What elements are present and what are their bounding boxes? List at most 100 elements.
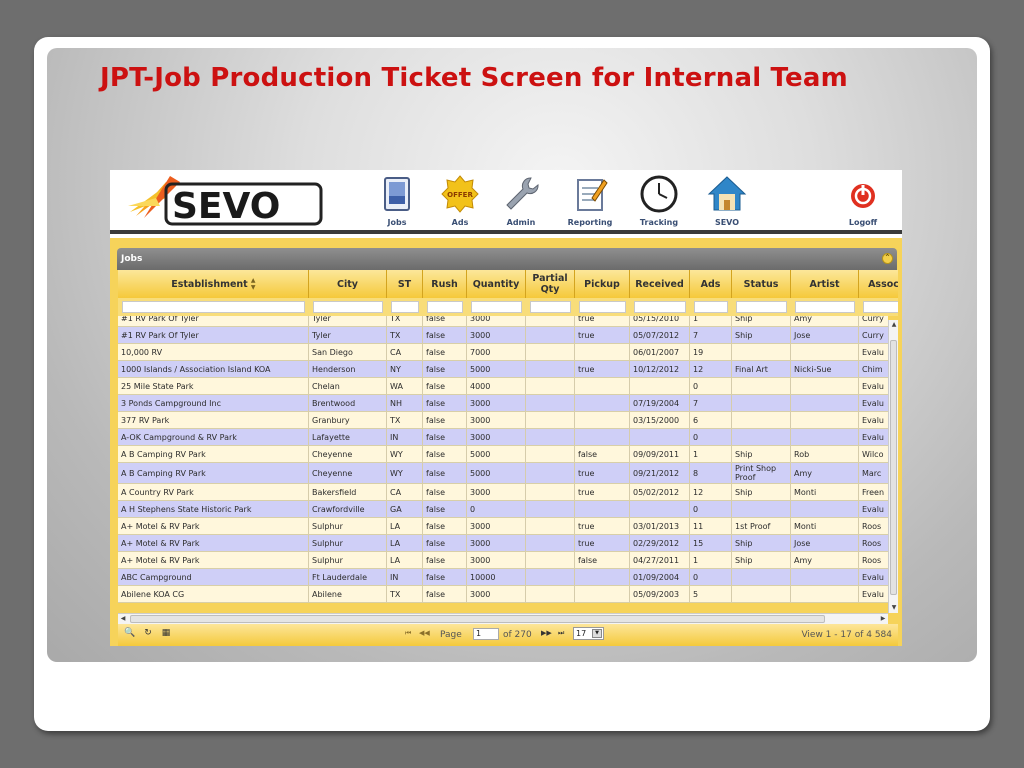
column-header-received[interactable]: Received (630, 270, 690, 298)
table-row[interactable]: 25 Mile State Park Chelan WA false 4000 0 Eval… (118, 378, 888, 395)
table-row[interactable]: A+ Motel & RV Park Sulphur LA false 3000 true… (118, 535, 888, 552)
column-header-partial-qty[interactable]: Partial Qty (526, 270, 575, 298)
table-row[interactable]: 3 Ponds Campground Inc Brentwood NH false 30… (118, 395, 888, 412)
filter-input-ads[interactable] (694, 301, 728, 313)
nav-logoff[interactable]: Logoff (828, 174, 898, 232)
scroll-up-icon[interactable]: ▲ (889, 320, 899, 330)
cell-city: Granbury (309, 412, 387, 428)
horizontal-scroll-thumb[interactable] (130, 615, 825, 623)
cell-st: TX (387, 586, 423, 602)
cell-ads: 8 (690, 463, 732, 483)
cell-assoc: Chim (859, 361, 888, 377)
cell-st: LA (387, 535, 423, 551)
table-row[interactable]: 377 RV Park Granbury TX false 3000 03/15/2000… (118, 412, 888, 429)
scroll-left-icon[interactable]: ◀ (118, 614, 128, 624)
cell-rush: false (423, 463, 467, 483)
cell-received (630, 429, 690, 445)
cell-status: Ship (732, 446, 791, 462)
column-header-assoc[interactable]: Assoc (859, 270, 898, 298)
filter-input-artist[interactable] (795, 301, 855, 313)
cell-partial-qty (526, 501, 575, 517)
filter-input-received[interactable] (634, 301, 686, 313)
cell-received: 05/09/2003 (630, 586, 690, 602)
filter-input-assoc[interactable] (863, 301, 898, 313)
refresh-icon[interactable]: ↻ (142, 628, 154, 640)
search-icon[interactable]: 🔍 (124, 628, 136, 640)
sort-icon[interactable]: ▲▼ (250, 277, 257, 291)
cell-quantity: 5000 (467, 446, 526, 462)
table-row[interactable]: A B Camping RV Park Cheyenne WY false 5000 tr… (118, 463, 888, 484)
filter-input-st[interactable] (391, 301, 419, 313)
next-page-icon[interactable]: ▶▶ (541, 629, 552, 637)
cell-st: LA (387, 552, 423, 568)
table-row[interactable]: #1 RV Park Of Tyler Tyler TX false 3000 true 0… (118, 316, 888, 327)
filter-input-pickup[interactable] (579, 301, 626, 313)
collapse-icon[interactable]: ⌃ (882, 253, 893, 264)
vertical-scroll-thumb[interactable] (890, 340, 897, 595)
cell-ads: 0 (690, 378, 732, 394)
cell-ads: 19 (690, 344, 732, 360)
cell-partial-qty (526, 344, 575, 360)
nav-jobs[interactable]: Jobs (362, 174, 432, 232)
filter-input-partial-qty[interactable] (530, 301, 571, 313)
filter-input-status[interactable] (736, 301, 787, 313)
nav-reporting[interactable]: Reporting (555, 174, 625, 232)
column-header-label: Pickup (584, 278, 620, 290)
nav-admin[interactable]: Admin (486, 174, 556, 232)
column-header-status[interactable]: Status (732, 270, 791, 298)
filter-input-rush[interactable] (427, 301, 463, 313)
cell-assoc: Evalu (859, 569, 888, 585)
cell-assoc: Evalu (859, 344, 888, 360)
cell-rush: false (423, 361, 467, 377)
cell-partial-qty (526, 446, 575, 462)
nav-tracking[interactable]: Tracking (624, 174, 694, 232)
chevron-down-icon[interactable]: ▼ (592, 629, 602, 638)
cell-status: 1st Proof (732, 518, 791, 534)
table-row[interactable]: A Country RV Park Bakersfield CA false 3000 t… (118, 484, 888, 501)
filter-input-city[interactable] (313, 301, 383, 313)
table-row[interactable]: Abilene KOA CG Abilene TX false 3000 05/09/20… (118, 586, 888, 603)
cell-partial-qty (526, 463, 575, 483)
table-row[interactable]: A+ Motel & RV Park Sulphur LA false 3000 true… (118, 518, 888, 535)
table-row[interactable]: #1 RV Park Of Tyler Tyler TX false 3000 true 0… (118, 327, 888, 344)
table-row[interactable]: 1000 Islands / Association Island KOA Hen… (118, 361, 888, 378)
cell-artist: Amy (791, 316, 859, 326)
column-header-ads[interactable]: Ads (690, 270, 732, 298)
columns-icon[interactable]: ▦ (160, 628, 172, 640)
table-row[interactable]: ABC Campground Ft Lauderdale IN false 10000 0… (118, 569, 888, 586)
vertical-scrollbar[interactable]: ▲ ▼ (888, 320, 898, 613)
last-page-icon[interactable]: ⏭ (558, 629, 564, 638)
cell-establishment: #1 RV Park Of Tyler (118, 327, 309, 343)
page-number-input[interactable]: 1 (473, 628, 499, 640)
column-header-pickup[interactable]: Pickup (575, 270, 630, 298)
cell-received: 05/07/2012 (630, 327, 690, 343)
table-row[interactable]: A+ Motel & RV Park Sulphur LA false 3000 fals… (118, 552, 888, 569)
column-header-quantity[interactable]: Quantity (467, 270, 526, 298)
filter-input-establishment[interactable] (122, 301, 305, 313)
cell-pickup (575, 501, 630, 517)
nav-sevo-home[interactable]: SEVO (692, 174, 762, 232)
column-header-establishment[interactable]: Establishment ▲▼ (118, 270, 309, 298)
table-row[interactable]: 10,000 RV San Diego CA false 7000 06/01/2007 1… (118, 344, 888, 361)
cell-status: Ship (732, 535, 791, 551)
table-row[interactable]: A-OK Campground & RV Park Lafayette IN fals… (118, 429, 888, 446)
column-header-artist[interactable]: Artist (791, 270, 859, 298)
scroll-right-icon[interactable]: ▶ (878, 614, 888, 624)
column-header-city[interactable]: City (309, 270, 387, 298)
rows-per-page-select[interactable]: 17 ▼ (573, 627, 604, 640)
filter-input-quantity[interactable] (471, 301, 522, 313)
scroll-down-icon[interactable]: ▼ (889, 603, 899, 613)
table-row[interactable]: A B Camping RV Park Cheyenne WY false 5000 fa… (118, 446, 888, 463)
cell-received: 04/27/2011 (630, 552, 690, 568)
nav-ads[interactable]: OFFER Ads (425, 174, 495, 232)
cell-status (732, 412, 791, 428)
column-header-st[interactable]: ST (387, 270, 423, 298)
table-row[interactable]: A H Stephens State Historic Park Crawford… (118, 501, 888, 518)
prev-page-icon[interactable]: ◀◀ (419, 629, 430, 637)
first-page-icon[interactable]: ⏮ (405, 629, 411, 638)
column-header-rush[interactable]: Rush (423, 270, 467, 298)
cell-assoc: Wilco (859, 446, 888, 462)
cell-establishment: A+ Motel & RV Park (118, 518, 309, 534)
horizontal-scrollbar[interactable]: ◀ ▶ (118, 613, 888, 624)
cell-ads: 12 (690, 484, 732, 500)
